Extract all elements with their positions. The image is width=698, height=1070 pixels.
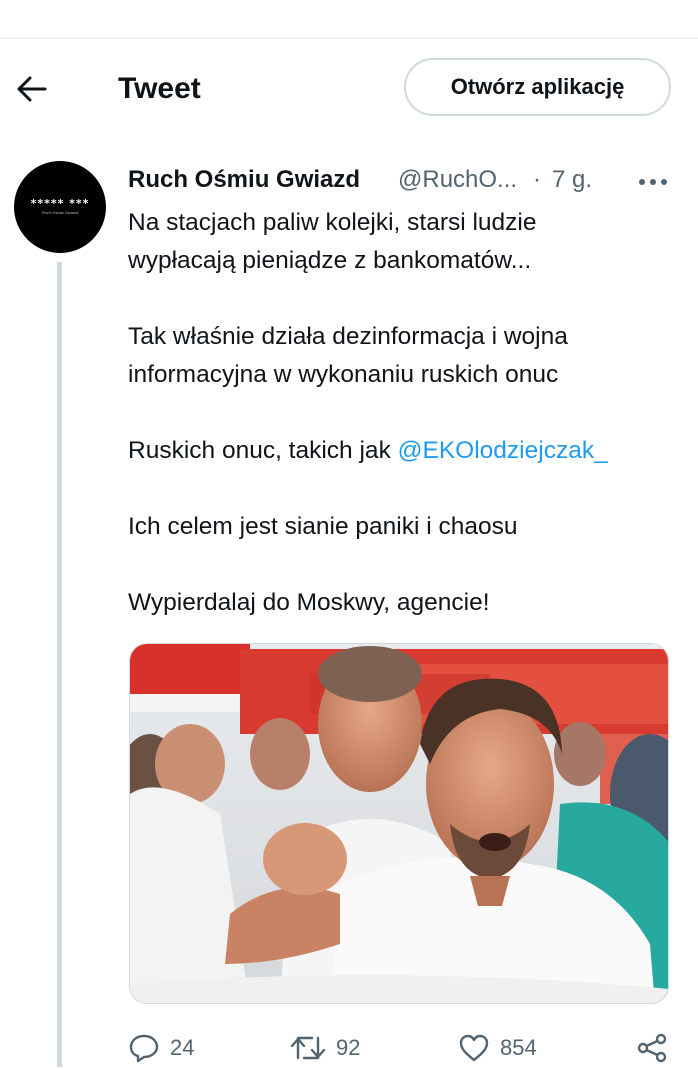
author-handle[interactable]: @RuchO... xyxy=(398,162,517,198)
back-button[interactable] xyxy=(12,69,52,109)
avatar[interactable]: ***** *** Ruch Ośmiu Gwiazd xyxy=(14,161,106,253)
heart-icon xyxy=(459,1034,489,1062)
retweet-count: 92 xyxy=(336,1035,361,1060)
reply-icon xyxy=(129,1034,159,1063)
tweet-header: Ruch Ośmiu Gwiazd @RuchO... · 7 g. xyxy=(128,162,688,202)
more-options-button[interactable] xyxy=(628,164,678,200)
tweet-actions: 24 92 854 xyxy=(128,1026,688,1070)
avatar-logo-text: ***** *** xyxy=(30,197,90,210)
share-button[interactable] xyxy=(636,1026,668,1070)
tweet-text-line: Ich celem jest sianie paniki i chaosu xyxy=(128,513,518,540)
tweet-text-line: Tak właśnie działa dezinformacja i wojna xyxy=(128,323,568,350)
tweet-text: Na stacjach paliw kolejki, starsi ludzie… xyxy=(128,204,688,622)
tweet-photo[interactable] xyxy=(129,643,669,1004)
tweet-text-line: Ruskich onuc, takich jak @EKOlodziejczak… xyxy=(128,432,688,470)
tweet-text-line: informacyjna w wykonaniu ruskich onuc xyxy=(128,361,559,388)
open-app-button[interactable]: Otwórz aplikację xyxy=(404,58,671,116)
page-header: Tweet Otwórz aplikację xyxy=(0,39,698,135)
reply-count: 24 xyxy=(170,1035,195,1060)
more-horizontal-icon xyxy=(639,179,667,185)
mention-link[interactable]: @EKOlodziejczak_ xyxy=(398,437,608,464)
tweet-text-line: wypłacają pieniądze z bankomatów... xyxy=(128,247,532,274)
page-title: Tweet xyxy=(118,72,201,105)
author-name[interactable]: Ruch Ośmiu Gwiazd xyxy=(128,162,360,198)
thread-line xyxy=(57,262,62,1067)
tweet-text-segment: Ruskich onuc, takich jak xyxy=(128,437,398,464)
tweet-text-line: Na stacjach paliw kolejki, starsi ludzie xyxy=(128,209,537,236)
tweet-timestamp[interactable]: 7 g. xyxy=(552,162,592,198)
like-button[interactable]: 854 xyxy=(458,1026,537,1070)
separator-dot: · xyxy=(533,166,541,193)
photo-protest-icon xyxy=(130,644,668,1003)
avatar-logo-subtext: Ruch Ośmiu Gwiazd xyxy=(41,210,79,215)
reply-button[interactable]: 24 xyxy=(128,1026,194,1070)
like-count: 854 xyxy=(500,1035,537,1060)
arrow-left-icon xyxy=(17,76,47,102)
tweet-text-line: Wypierdalaj do Moskwy, agencie! xyxy=(128,589,490,616)
retweet-button[interactable]: 92 xyxy=(290,1026,360,1070)
retweet-icon xyxy=(290,1036,326,1060)
share-icon xyxy=(637,1033,667,1063)
